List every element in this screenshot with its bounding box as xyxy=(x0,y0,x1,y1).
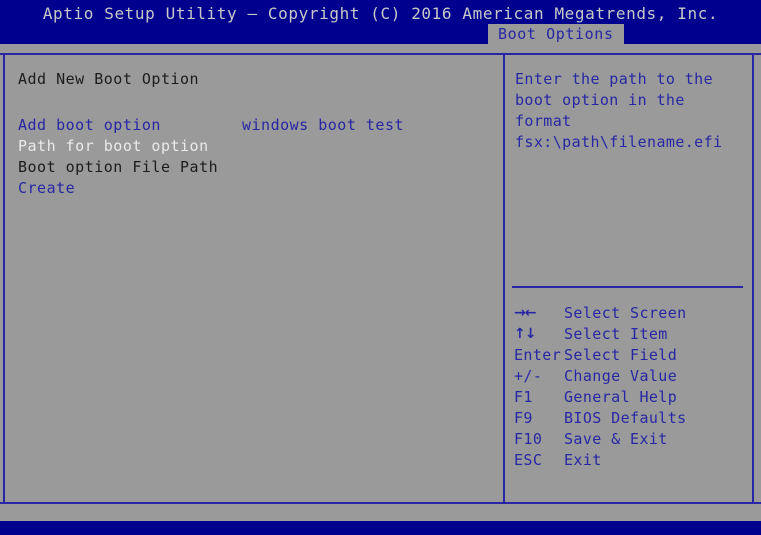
plus-minus-key-icon: +/- xyxy=(514,367,543,385)
key-legend-label: General Help xyxy=(564,388,678,406)
section-heading: Add New Boot Option xyxy=(5,69,503,90)
bottom-band xyxy=(0,504,761,521)
key-legend-exit: ESC Exit xyxy=(505,450,752,471)
body-area: Add New Boot Option Add boot option wind… xyxy=(0,55,761,502)
setting-label-path-for-boot-option: Path for boot option xyxy=(18,137,209,155)
setting-label-create: Create xyxy=(18,179,76,197)
enter-key-icon: Enter xyxy=(514,346,562,364)
key-legend-label: Change Value xyxy=(564,367,678,385)
key-legend-select-field: Enter Select Field xyxy=(505,345,752,366)
setting-label-add-boot-option: Add boot option xyxy=(18,116,161,134)
title-underband xyxy=(0,44,761,53)
f9-key-icon: F9 xyxy=(514,409,533,427)
settings-pane: Add New Boot Option Add boot option wind… xyxy=(5,55,503,502)
key-legend-label: Exit xyxy=(564,451,602,469)
setting-label-boot-option-file-path: Boot option File Path xyxy=(18,158,219,176)
key-legend-change-value: +/- Change Value xyxy=(505,366,752,387)
help-text-line: Enter the path to the xyxy=(515,70,714,88)
setting-row-create[interactable]: Create xyxy=(5,178,503,199)
footer-bar xyxy=(0,521,761,535)
key-legend-label: Select Screen xyxy=(564,304,687,322)
tab-boot-options[interactable]: Boot Options xyxy=(488,24,624,44)
setting-row-path-for-boot-option[interactable]: Path for boot option xyxy=(5,136,503,157)
f10-key-icon: F10 xyxy=(514,430,543,448)
help-pane: Enter the path to the boot option in the… xyxy=(505,55,752,502)
setting-row-add-boot-option[interactable]: Add boot option windows boot test xyxy=(5,115,503,136)
key-legend-label: BIOS Defaults xyxy=(564,409,687,427)
esc-key-icon: ESC xyxy=(514,451,543,469)
bios-setup-screen: Aptio Setup Utility – Copyright (C) 2016… xyxy=(0,0,761,535)
key-legend-label: Save & Exit xyxy=(564,430,668,448)
window-title: Aptio Setup Utility – Copyright (C) 2016… xyxy=(42,4,719,23)
up-down-arrows-icon: ↑↓ xyxy=(514,326,536,342)
key-legend-label: Select Item xyxy=(564,325,668,343)
key-legend-save-and-exit: F10 Save & Exit xyxy=(505,429,752,450)
key-legend-label: Select Field xyxy=(564,346,678,364)
key-legend-general-help: F1 General Help xyxy=(505,387,752,408)
key-legend-select-screen: →← Select Screen xyxy=(505,303,752,324)
tab-strip: Boot Options xyxy=(0,24,761,44)
help-text-line: boot option in the xyxy=(515,91,685,109)
help-divider xyxy=(512,286,743,288)
f1-key-icon: F1 xyxy=(514,388,533,406)
key-legend-select-item: ↑↓ Select Item xyxy=(505,324,752,345)
help-text-line: format xyxy=(515,112,572,130)
frame-border-right xyxy=(752,55,754,502)
setting-row-boot-option-file-path[interactable]: Boot option File Path xyxy=(5,157,503,178)
left-right-arrows-icon: →← xyxy=(514,305,536,321)
section-heading-label: Add New Boot Option xyxy=(18,70,200,88)
help-text-line: fsx:\path\filename.efi xyxy=(515,133,723,151)
title-bar: Aptio Setup Utility – Copyright (C) 2016… xyxy=(0,0,761,44)
setting-value-add-boot-option[interactable]: windows boot test xyxy=(242,115,404,136)
key-legend-bios-defaults: F9 BIOS Defaults xyxy=(505,408,752,429)
